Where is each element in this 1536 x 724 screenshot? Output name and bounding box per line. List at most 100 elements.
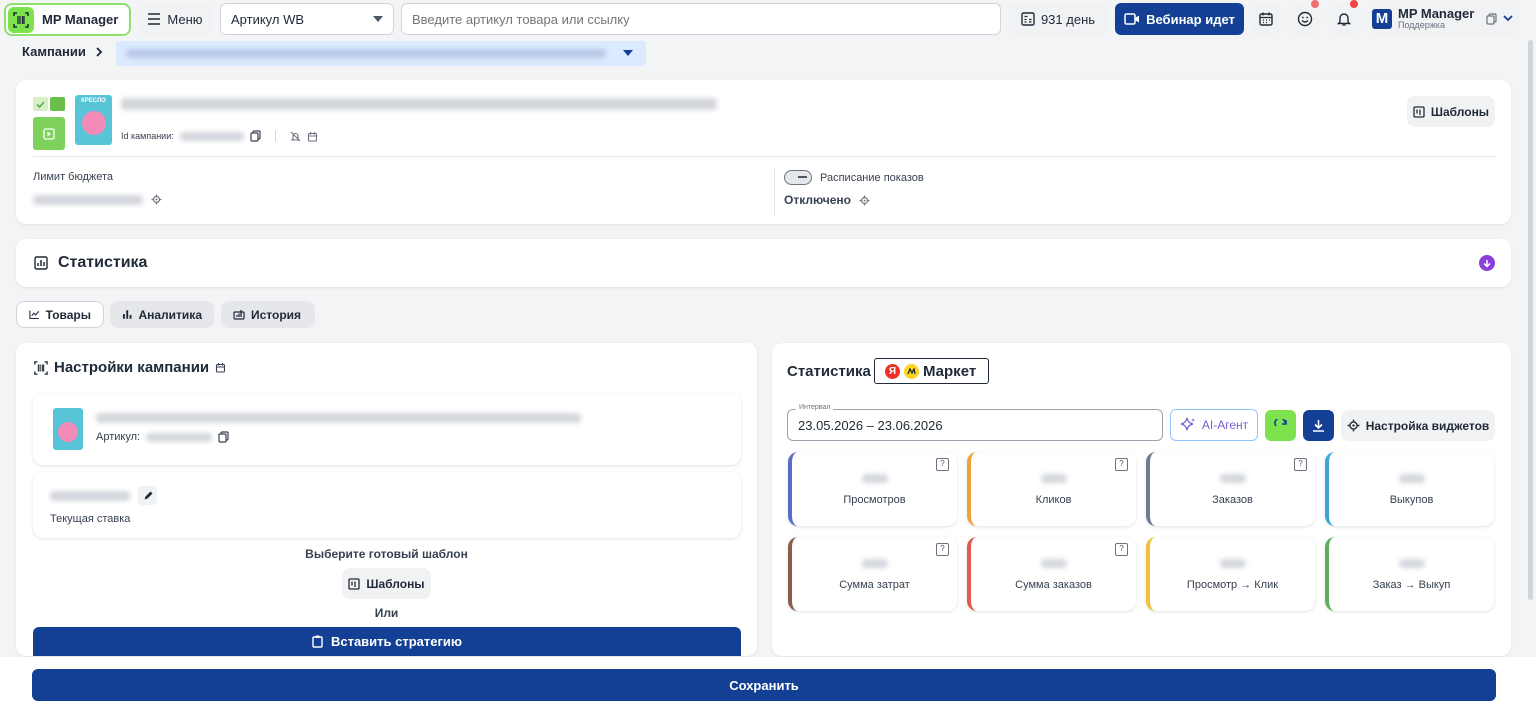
tab-history[interactable]: История [221,301,315,328]
notification-dot [1350,0,1358,8]
gear-icon [1347,419,1360,432]
campaign-card: КРЕСЛО Id кампании: Шаблоны Лимит бюджет… [16,80,1511,224]
video-icon [1124,13,1140,25]
search-input[interactable] [401,3,1001,35]
product-thumbnail [53,408,83,450]
ai-agent-button[interactable]: AI-Агент [1170,409,1258,441]
tab-products-label: Товары [45,307,91,322]
feedback-button[interactable] [1289,0,1321,35]
tab-history-label: История [251,307,302,322]
tab-analytics[interactable]: Аналитика [110,301,214,328]
copy-icon[interactable] [250,130,261,142]
metric-card[interactable]: Кликов? [967,452,1136,526]
bid-value [50,490,130,501]
feedback-dot [1311,0,1319,8]
article-type-value: Артикул WB [231,11,305,27]
interval-value: 23.05.2026 – 23.06.2026 [798,418,943,433]
divider [33,156,1496,157]
campaign-select[interactable] [116,41,646,66]
save-label: Сохранить [729,677,799,693]
calendar-button[interactable] [1250,3,1282,35]
product-card: Артикул: [33,393,741,465]
menu-button[interactable]: Меню [138,3,212,35]
interval-label: Интервал [796,404,834,411]
breadcrumb-root[interactable]: Кампании [22,44,86,59]
webinar-label: Вебинар идет [1146,11,1235,27]
download-button[interactable] [1303,410,1334,441]
chevron-right-icon [96,46,103,57]
metric-card[interactable]: Просмотр → Клик [1146,537,1315,611]
gear-icon[interactable] [151,194,162,205]
sparkle-icon [1180,417,1195,431]
smiley-icon [1297,11,1313,27]
insert-strategy-label: Вставить стратегию [330,634,463,649]
schedule-toggle[interactable] [784,170,812,185]
clipboard-icon [312,635,323,648]
metric-label: Сумма заказов [1015,579,1092,591]
app-logo[interactable]: MP Manager [4,3,131,36]
bid-value-row [50,486,157,505]
tab-analytics-label: Аналитика [138,307,202,322]
budget-value [33,194,162,205]
play-button[interactable] [33,117,65,150]
help-icon[interactable]: ? [1115,458,1128,471]
metric-value [971,555,1136,570]
help-icon[interactable]: ? [936,543,949,556]
schedule-value-row: Отключено [784,193,870,207]
metric-label: Заказ → Выкуп [1372,579,1451,591]
avatar: M [1372,8,1392,29]
templates-button[interactable]: Шаблоны [1407,96,1495,127]
copy-icon[interactable] [218,431,229,443]
calendar-icon[interactable] [307,131,318,142]
schedule-row: Расписание показов [784,170,924,185]
settings-header: Настройки кампании [34,359,226,376]
status-toggle[interactable] [33,97,65,111]
metric-card[interactable]: Сумма затрат? [788,537,957,611]
widget-settings-label: Настройка виджетов [1365,418,1490,433]
calendar-icon[interactable] [215,362,226,373]
help-icon[interactable]: ? [1115,543,1128,556]
interval-picker[interactable]: Интервал 23.05.2026 – 23.06.2026 [787,404,1163,441]
product-thumbnail: КРЕСЛО [75,95,112,145]
scrollbar[interactable] [1528,40,1533,600]
barcode-icon [8,6,34,33]
copy-icon[interactable] [1486,12,1497,25]
widget-settings-button[interactable]: Настройка виджетов [1341,410,1495,441]
webinar-button[interactable]: Вебинар идет [1115,3,1244,35]
metric-label: Сумма затрат [839,579,910,591]
metric-card[interactable]: Заказ → Выкуп [1325,537,1494,611]
templates-button[interactable]: Шаблоны [342,568,431,599]
metric-value [1329,555,1494,570]
article-type-select[interactable]: Артикул WB [220,3,394,35]
gear-icon[interactable] [859,195,870,206]
help-icon[interactable]: ? [936,458,949,471]
days-badge[interactable]: 931 день [1007,3,1109,35]
insert-strategy-button[interactable]: Вставить стратегию [33,627,741,656]
chevron-down-icon [1503,15,1513,22]
save-button[interactable]: Сохранить [32,669,1496,701]
edit-icon[interactable] [138,486,157,505]
profile-subtitle: Поддержка [1398,19,1445,30]
metric-card[interactable]: Выкупов [1325,452,1494,526]
help-icon[interactable]: ? [1294,458,1307,471]
statistics-panel-title: Статистика [787,363,871,380]
metric-card[interactable]: Просмотров? [788,452,957,526]
template-icon [1413,105,1425,118]
collapse-icon[interactable] [1479,255,1495,271]
product-name [96,413,581,423]
line-chart-icon [29,310,40,320]
chart-icon [34,256,48,270]
bell-off-icon[interactable] [290,131,301,142]
metric-card[interactable]: Заказов? [1146,452,1315,526]
profile-menu[interactable]: M MP Manager Поддержка [1366,2,1520,35]
refresh-button[interactable] [1265,410,1296,441]
templates-label: Шаблоны [366,576,425,591]
metric-card[interactable]: Сумма заказов? [967,537,1136,611]
settings-title: Настройки кампании [54,359,210,376]
bid-card: Текущая ставка [33,472,741,538]
budget-label: Лимит бюджета [33,171,114,183]
bar-chart-icon [122,310,132,319]
statistics-section-header[interactable]: Статистика [16,239,1511,287]
tab-products[interactable]: Товары [16,301,104,328]
notifications-button[interactable] [1328,0,1360,35]
